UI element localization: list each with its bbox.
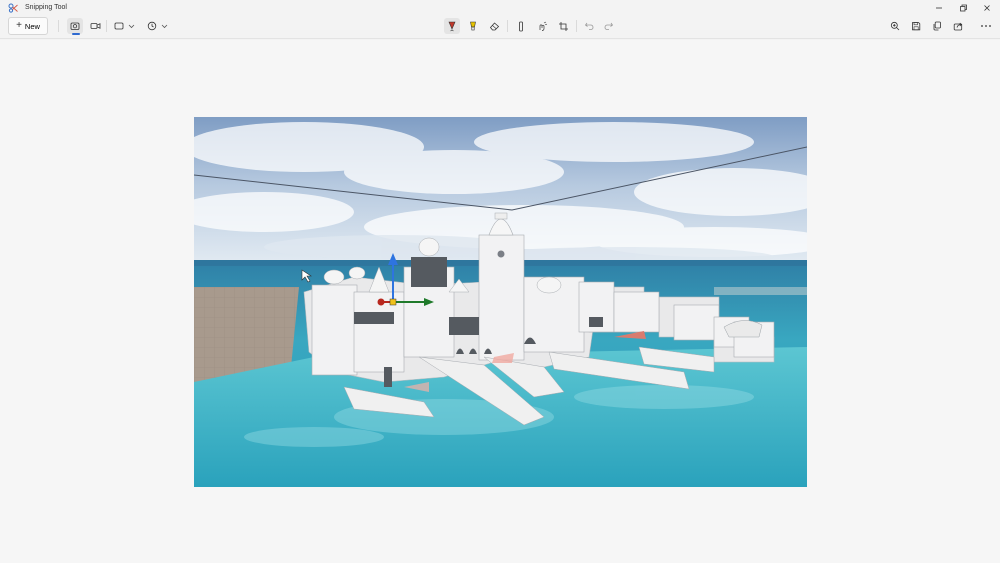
new-button[interactable]: + New (8, 17, 48, 35)
maximize-button[interactable] (951, 2, 975, 14)
screenshot-mode-button[interactable] (67, 18, 83, 34)
video-mode-button[interactable] (87, 18, 103, 34)
toolbar: + New (0, 16, 1000, 39)
snipping-tool-icon (8, 3, 18, 13)
zoom-icon (890, 21, 900, 31)
redo-icon (604, 22, 613, 30)
touch-writing-icon (539, 21, 547, 31)
minimize-button[interactable] (927, 2, 951, 14)
screenshot-mode-icon (70, 22, 80, 30)
title-bar: Snipping Tool (0, 0, 1000, 16)
delay-timer-button[interactable] (144, 18, 160, 34)
more-options-button[interactable] (978, 18, 994, 34)
app-title: Snipping Tool (25, 4, 67, 11)
undo-button[interactable] (581, 18, 597, 34)
captured-screenshot[interactable] (194, 117, 807, 487)
eraser-icon (489, 22, 499, 31)
ruler-icon (519, 21, 523, 31)
close-button[interactable] (975, 2, 999, 14)
chevron-down-icon (128, 24, 135, 29)
copy-icon (933, 21, 941, 31)
close-icon (984, 5, 990, 11)
plus-icon: + (16, 20, 22, 31)
selected-mode-indicator (72, 33, 80, 35)
eraser-button[interactable] (486, 18, 502, 34)
share-icon (953, 22, 963, 31)
ballpoint-pen-button[interactable] (444, 18, 460, 34)
highlighter-icon (470, 21, 476, 31)
undo-icon (584, 22, 593, 30)
redo-button[interactable] (600, 18, 616, 34)
highlighter-button[interactable] (465, 18, 481, 34)
delay-timer-dropdown[interactable] (161, 18, 168, 34)
viewport-image (194, 117, 807, 487)
rectangle-mode-icon (114, 22, 124, 30)
more-options-icon (981, 25, 991, 27)
snip-shape-dropdown[interactable] (128, 18, 135, 34)
minimize-icon (936, 7, 942, 9)
crop-icon (558, 21, 568, 31)
crop-button[interactable] (555, 18, 571, 34)
save-icon (912, 22, 921, 31)
video-mode-icon (90, 23, 100, 29)
share-button[interactable] (950, 18, 966, 34)
delay-timer-icon (147, 21, 157, 31)
toolbar-separator (507, 20, 508, 32)
chevron-down-icon (161, 24, 168, 29)
save-button[interactable] (908, 18, 924, 34)
toolbar-separator (106, 20, 107, 32)
zoom-button[interactable] (887, 18, 903, 34)
toolbar-separator (576, 20, 577, 32)
toolbar-separator (58, 20, 59, 32)
ruler-button[interactable] (513, 18, 529, 34)
copy-button[interactable] (929, 18, 945, 34)
touch-writing-button[interactable] (534, 18, 550, 34)
ballpoint-pen-icon (448, 21, 456, 32)
snip-shape-button[interactable] (111, 18, 127, 34)
new-button-label: New (24, 21, 40, 31)
restore-icon (960, 4, 967, 12)
